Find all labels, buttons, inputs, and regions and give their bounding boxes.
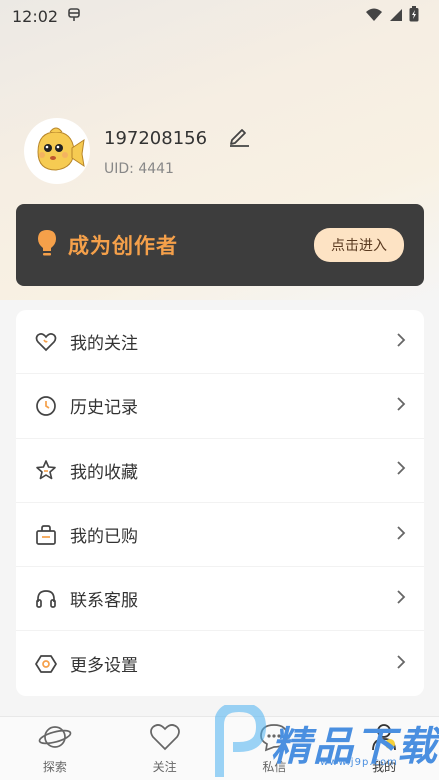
tab-me[interactable]: 我的 xyxy=(344,722,424,775)
tab-label: 我的 xyxy=(372,760,397,774)
clock-icon xyxy=(34,394,58,418)
menu-item-history[interactable]: 历史记录 xyxy=(16,374,424,439)
tab-explore[interactable]: 探索 xyxy=(15,722,95,775)
tab-messages[interactable]: 私信 xyxy=(234,722,314,775)
creator-banner[interactable]: 成为创作者 点击进入 xyxy=(16,204,424,286)
menu-list: 我的关注 历史记录 我的收藏 我的已购 联系客服 更多设置 xyxy=(16,310,424,696)
menu-label: 联系客服 xyxy=(70,591,138,612)
menu-item-favorites[interactable]: 我的收藏 xyxy=(16,439,424,503)
signal-icon xyxy=(389,7,403,26)
menu-item-purchased[interactable]: 我的已购 xyxy=(16,503,424,568)
status-bar: 12:02 xyxy=(0,0,439,32)
heart-icon xyxy=(149,722,181,756)
chevron-right-icon xyxy=(396,460,406,480)
user-icon xyxy=(368,722,400,756)
chevron-right-icon xyxy=(396,396,406,416)
menu-item-settings[interactable]: 更多设置 xyxy=(16,631,424,695)
wifi-icon xyxy=(365,7,383,26)
tab-label: 私信 xyxy=(262,760,287,774)
tab-following[interactable]: 关注 xyxy=(125,722,205,775)
headset-icon xyxy=(34,587,58,611)
chat-icon xyxy=(258,722,290,756)
enter-creator-button[interactable]: 点击进入 xyxy=(314,228,404,262)
tab-label: 探索 xyxy=(42,760,67,774)
username: 197208156 xyxy=(104,127,208,149)
planet-icon xyxy=(38,722,72,756)
heart-icon xyxy=(34,330,58,354)
profile-section: 197208156 UID: 4441 xyxy=(24,118,251,184)
menu-item-support[interactable]: 联系客服 xyxy=(16,567,424,632)
chevron-right-icon xyxy=(396,589,406,609)
status-time: 12:02 xyxy=(12,6,59,26)
chevron-right-icon xyxy=(396,332,406,352)
fish-avatar-icon xyxy=(37,127,85,171)
lightbulb-icon xyxy=(36,228,58,262)
menu-label: 我的已购 xyxy=(70,527,138,548)
settings-hex-icon xyxy=(34,652,58,676)
creator-title: 成为创作者 xyxy=(68,234,178,258)
avatar[interactable] xyxy=(24,118,90,184)
menu-label: 我的收藏 xyxy=(70,462,138,483)
star-icon xyxy=(34,458,58,482)
tab-label: 关注 xyxy=(152,760,177,774)
chevron-right-icon xyxy=(396,525,406,545)
user-id: UID: 4441 xyxy=(104,161,174,177)
notification-icon xyxy=(66,6,82,26)
bottom-tab-bar: 探索 关注 私信 我的 xyxy=(0,716,439,780)
battery-icon xyxy=(409,6,419,26)
menu-label: 更多设置 xyxy=(70,656,138,677)
edit-icon[interactable] xyxy=(227,125,251,151)
menu-label: 我的关注 xyxy=(70,334,138,355)
menu-label: 历史记录 xyxy=(70,398,138,419)
bag-icon xyxy=(34,523,58,547)
chevron-right-icon xyxy=(396,654,406,674)
menu-item-following[interactable]: 我的关注 xyxy=(16,310,424,375)
